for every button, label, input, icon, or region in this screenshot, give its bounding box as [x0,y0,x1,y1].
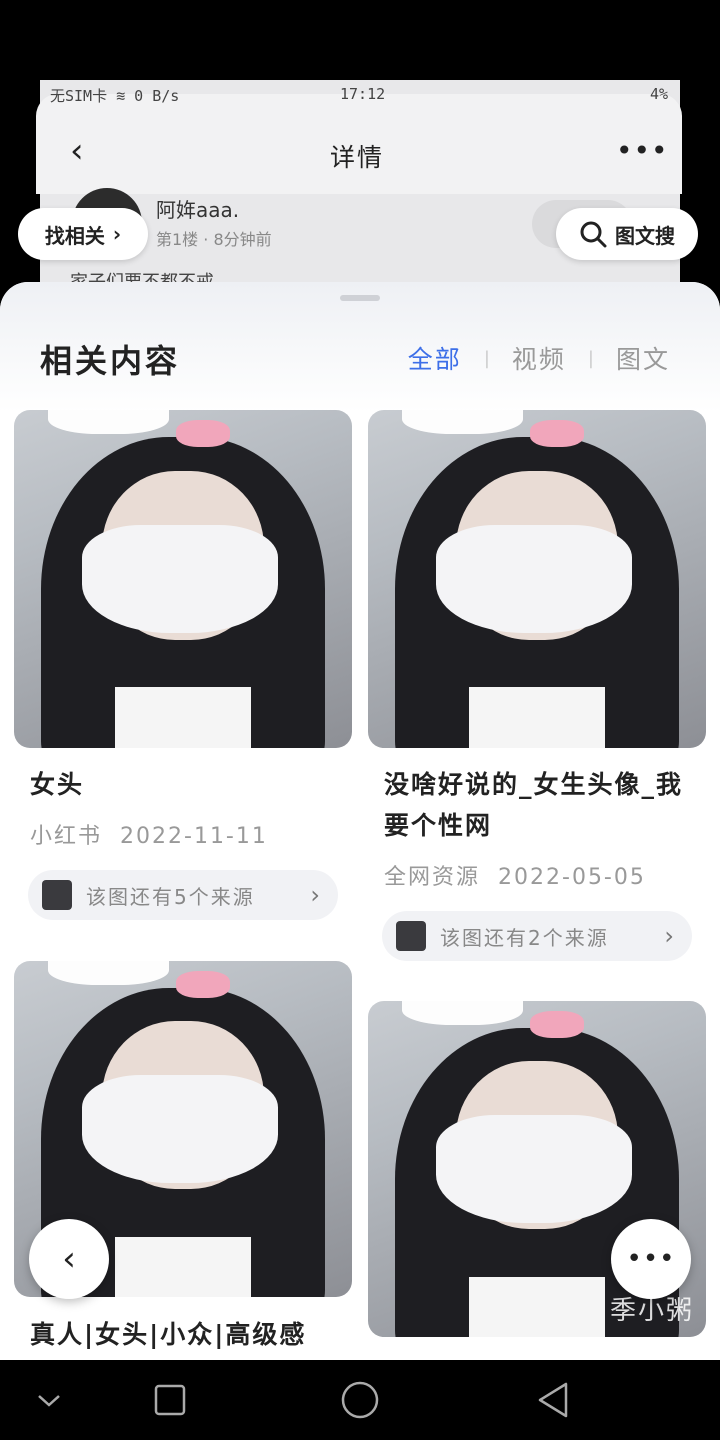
tab-divider: | [587,347,594,369]
more-sources-pill[interactable]: 该图还有5个来源 › [28,870,338,920]
post-meta: 第1楼 · 8分钟前 [156,230,272,249]
back-button[interactable]: ‹ [29,1219,109,1299]
home-icon[interactable] [340,1380,380,1420]
sheet-title: 相关内容 [40,342,181,380]
find-related-label: 找相关 [44,223,105,248]
chevron-right-icon: › [664,922,676,950]
tab-image-text[interactable]: 图文 [616,340,670,376]
recents-icon[interactable] [152,1380,188,1420]
chevron-left-icon: ‹ [62,1239,76,1279]
more-button[interactable]: ••• [611,1219,691,1299]
more-horizontal-icon: ••• [626,1244,676,1274]
tab-video[interactable]: 视频 [512,340,566,376]
status-time: 17:12 [340,85,386,103]
more-horizontal-icon[interactable]: ••• [616,134,669,167]
source-thumbnail [396,921,426,951]
image-search-label: 图文搜 [615,223,675,248]
card-image[interactable] [14,410,352,748]
tab-divider: | [483,347,490,369]
filter-tabs: 全部 | 视频 | 图文 [408,340,670,376]
image-search-button[interactable]: 图文搜 [556,208,698,260]
chevron-right-icon: › [112,222,122,246]
sources-note: 该图还有2个来源 [440,925,609,950]
source-thumbnail [42,880,72,910]
drag-handle[interactable] [340,295,380,301]
card-date: 2022-11-11 [120,824,268,849]
card-date: 2022-05-05 [498,865,646,890]
card-meta: 小红书 2022-11-11 [30,818,268,850]
status-bar: 无SIM卡 ≋ 0 B/s 17:12 4% [40,80,680,110]
card-title[interactable]: 没啥好说的_女生头像_我要个性网 [384,764,684,846]
find-related-button[interactable]: 找相关 › [18,208,148,260]
chevron-left-icon[interactable]: ‹ [70,134,84,168]
sources-note: 该图还有5个来源 [86,884,255,909]
more-sources-pill[interactable]: 该图还有2个来源 › [382,911,692,961]
status-left: 无SIM卡 ≋ 0 B/s [50,87,180,105]
card-meta: 全网资源 2022-05-05 [384,859,646,891]
status-battery: 4% [649,85,668,103]
card-title[interactable]: 女头 [30,764,340,805]
card-source: 小红书 [30,824,103,849]
tab-all[interactable]: 全部 [408,340,462,376]
search-icon [580,221,607,248]
user-name[interactable]: 阿姩aaa. [156,194,239,223]
back-icon[interactable] [534,1380,574,1420]
card-image[interactable] [368,410,706,748]
chevron-right-icon: › [310,881,322,909]
system-nav-bar [0,1360,720,1440]
chevron-down-icon[interactable] [34,1380,64,1420]
card-source: 全网资源 [384,865,481,890]
card-title[interactable]: 真人|女头|小众|高级感 [30,1314,340,1355]
page-title: 详情 [330,143,385,172]
related-content-sheet: 相关内容 全部 | 视频 | 图文 女头 小红书 2022-11-11 该图还有… [0,282,720,1360]
